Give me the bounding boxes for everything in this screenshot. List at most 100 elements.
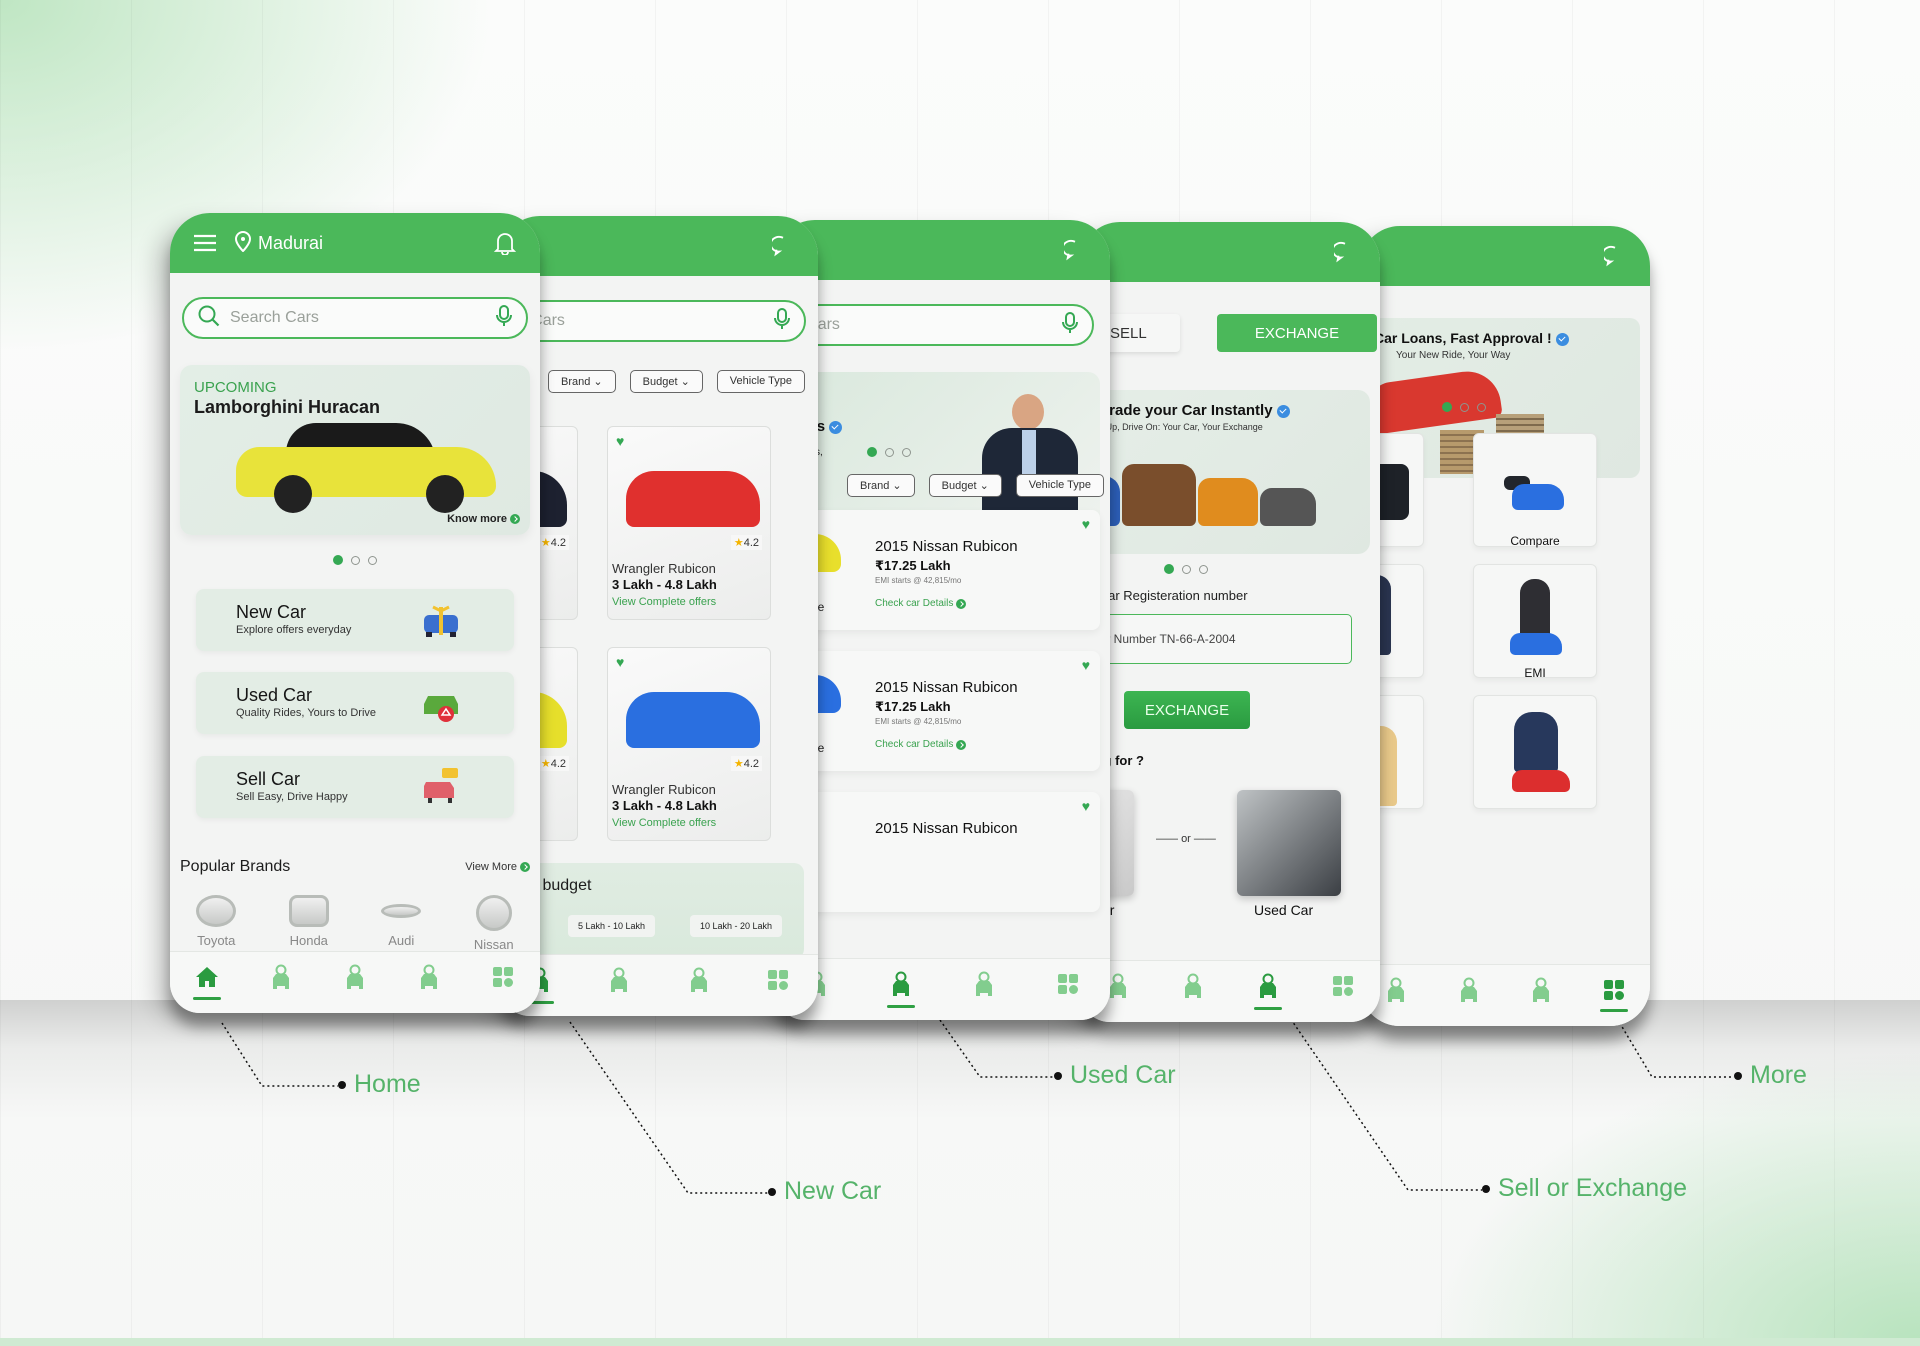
brand-filter[interactable]: Brand ⌄: [847, 474, 915, 497]
heart-icon[interactable]: ♥: [1082, 798, 1090, 814]
more-tile-service[interactable]: [1473, 695, 1597, 809]
brand-item[interactable]: Toyota: [181, 895, 251, 952]
carousel-dot[interactable]: [1199, 564, 1208, 574]
vehicle-type-filter[interactable]: Vehicle Type: [1015, 474, 1104, 497]
tab-sell-or-exchange[interactable]: [685, 967, 713, 1004]
carousel-dot[interactable]: [902, 447, 911, 457]
location-selector[interactable]: Madurai: [234, 230, 323, 257]
service-car-image: [1512, 770, 1570, 792]
check-details-link[interactable]: Check car Details: [875, 739, 967, 750]
bell-icon[interactable]: [492, 230, 518, 256]
used-car-choice-label[interactable]: Used Car: [1254, 902, 1313, 918]
used-car-listing[interactable]: ♥ Compare 2015 Nissan Rubicon ₹17.25 Lak…: [775, 510, 1100, 630]
carousel-dot[interactable]: [1182, 564, 1191, 574]
search-input[interactable]: Search Cars: [230, 309, 486, 327]
carousel-dot[interactable]: [1477, 402, 1486, 412]
tab-sell-or-exchange[interactable]: [970, 971, 998, 1008]
microphone-icon[interactable]: [774, 307, 790, 335]
tab-sell-or-exchange[interactable]: [1527, 977, 1555, 1014]
tab-more[interactable]: [489, 966, 517, 999]
grid-icon: [767, 969, 789, 996]
carousel-dot[interactable]: [1164, 564, 1174, 574]
carousel-dot[interactable]: [1460, 402, 1469, 412]
app-header: [775, 220, 1110, 280]
heart-icon[interactable]: ♥: [616, 433, 624, 449]
brand-item[interactable]: Nissan: [459, 895, 529, 952]
callout-bullet: [1054, 1071, 1062, 1080]
tab-used-car[interactable]: [605, 967, 633, 1004]
view-more-link[interactable]: View More: [465, 861, 530, 873]
car-image: [626, 692, 760, 748]
new-car-tile[interactable]: ♥ ★4.2 Wrangler Rubicon 3 Lakh - 4.8 Lak…: [607, 647, 771, 841]
phone-screen-more: Car Loans, Fast Approval ! Your New Ride…: [1360, 226, 1650, 1026]
chat-bubble-icon[interactable]: [1602, 243, 1628, 269]
tab-used-car[interactable]: [1179, 973, 1207, 1010]
menu-card-used-car[interactable]: Used Car Quality Rides, Yours to Drive: [196, 672, 514, 734]
brand-item[interactable]: Audi: [366, 895, 436, 952]
microphone-icon[interactable]: [496, 304, 512, 332]
carousel-dot[interactable]: [368, 555, 377, 565]
carousel-dot[interactable]: [333, 555, 343, 565]
heart-icon[interactable]: ♥: [616, 654, 624, 670]
tab-used-car[interactable]: [1455, 977, 1483, 1014]
search-bar[interactable]: Search Cars: [500, 300, 806, 342]
heart-icon[interactable]: ♥: [1082, 657, 1090, 673]
used-car-choice-image[interactable]: [1237, 790, 1341, 896]
menu-card-title: Used Car: [236, 685, 313, 705]
exchange-segment-button[interactable]: EXCHANGE: [1217, 314, 1377, 352]
menu-card-sell-car[interactable]: Sell Car Sell Easy, Drive Happy: [196, 756, 514, 818]
heart-icon[interactable]: ♥: [1082, 516, 1090, 532]
used-car-listing[interactable]: ♥ 2015 Nissan Rubicon: [775, 792, 1100, 912]
microphone-icon[interactable]: [1062, 311, 1078, 339]
carousel-dot[interactable]: [351, 555, 360, 565]
budget-option[interactable]: 5 Lakh - 10 Lakh: [568, 915, 656, 937]
carousel-dot[interactable]: [1442, 402, 1452, 412]
tab-sell-or-exchange[interactable]: [1253, 973, 1282, 1010]
chat-bubble-icon[interactable]: [1332, 239, 1358, 265]
tab-more[interactable]: [1329, 975, 1357, 1008]
more-tile-compare[interactable]: [1473, 433, 1597, 547]
tab-home[interactable]: [193, 965, 221, 1000]
brand-filter[interactable]: Brand ⌄: [548, 370, 616, 393]
used-car-icon: [608, 967, 630, 998]
nissan-logo-icon: [475, 895, 512, 931]
active-indicator: [970, 1005, 998, 1008]
upcoming-car-banner[interactable]: UPCOMING Lamborghini Huracan Know more: [180, 365, 530, 535]
callout-home: Home: [338, 1070, 421, 1099]
used-car-listing[interactable]: ♥ Compare 2015 Nissan Rubicon ₹17.25 Lak…: [775, 651, 1100, 771]
chat-bubble-icon[interactable]: [1062, 237, 1088, 263]
carousel-dot[interactable]: [867, 447, 877, 457]
hero-car-image: [236, 423, 496, 513]
callout-line-home: [221, 1022, 338, 1087]
offers-link[interactable]: View Complete offers: [612, 817, 716, 829]
offers-link[interactable]: View Complete offers: [612, 596, 716, 608]
car-price: 3 Lakh - 4.8 Lakh: [612, 798, 717, 813]
check-details-link[interactable]: Check car Details: [875, 598, 967, 609]
budget-filter[interactable]: Budget ⌄: [629, 370, 703, 393]
search-bar[interactable]: Search Cars: [182, 297, 528, 339]
exchange-banner[interactable]: Upgrade your Car Instantly Trade Up, Dri…: [1080, 390, 1370, 554]
more-tile-emi[interactable]: [1473, 564, 1597, 678]
chat-bubble-icon[interactable]: [770, 233, 796, 259]
tab-used-car[interactable]: [341, 964, 369, 1001]
budget-option[interactable]: 10 Lakh - 20 Lakh: [690, 915, 783, 937]
tab-sell-or-exchange[interactable]: [415, 964, 443, 1001]
vehicle-type-filter[interactable]: Vehicle Type: [716, 370, 805, 393]
carousel-dot[interactable]: [885, 447, 894, 457]
exchange-submit-button[interactable]: EXCHANGE: [1124, 691, 1250, 729]
tab-new-car[interactable]: [267, 964, 295, 1001]
tab-more[interactable]: [764, 969, 792, 1002]
menu-card-new-car[interactable]: New Car Explore offers everyday: [196, 589, 514, 651]
new-car-tile[interactable]: ♥ ★4.2 Wrangler Rubicon 3 Lakh - 4.8 Lak…: [607, 426, 771, 620]
tab-new-car[interactable]: [1382, 977, 1410, 1014]
tab-more[interactable]: [1054, 973, 1082, 1006]
budget-filter[interactable]: Budget ⌄: [928, 474, 1002, 497]
tab-more[interactable]: [1599, 979, 1628, 1012]
brand-item[interactable]: Honda: [274, 895, 344, 952]
registration-number-input[interactable]: Car Number TN-66-A-2004: [1080, 614, 1352, 664]
search-bar[interactable]: Search Cars: [775, 304, 1094, 346]
bottom-tab-bar: [1360, 964, 1650, 1026]
tab-used-car[interactable]: [886, 971, 915, 1008]
hamburger-menu-icon[interactable]: [192, 230, 218, 256]
know-more-link[interactable]: Know more: [447, 513, 520, 525]
